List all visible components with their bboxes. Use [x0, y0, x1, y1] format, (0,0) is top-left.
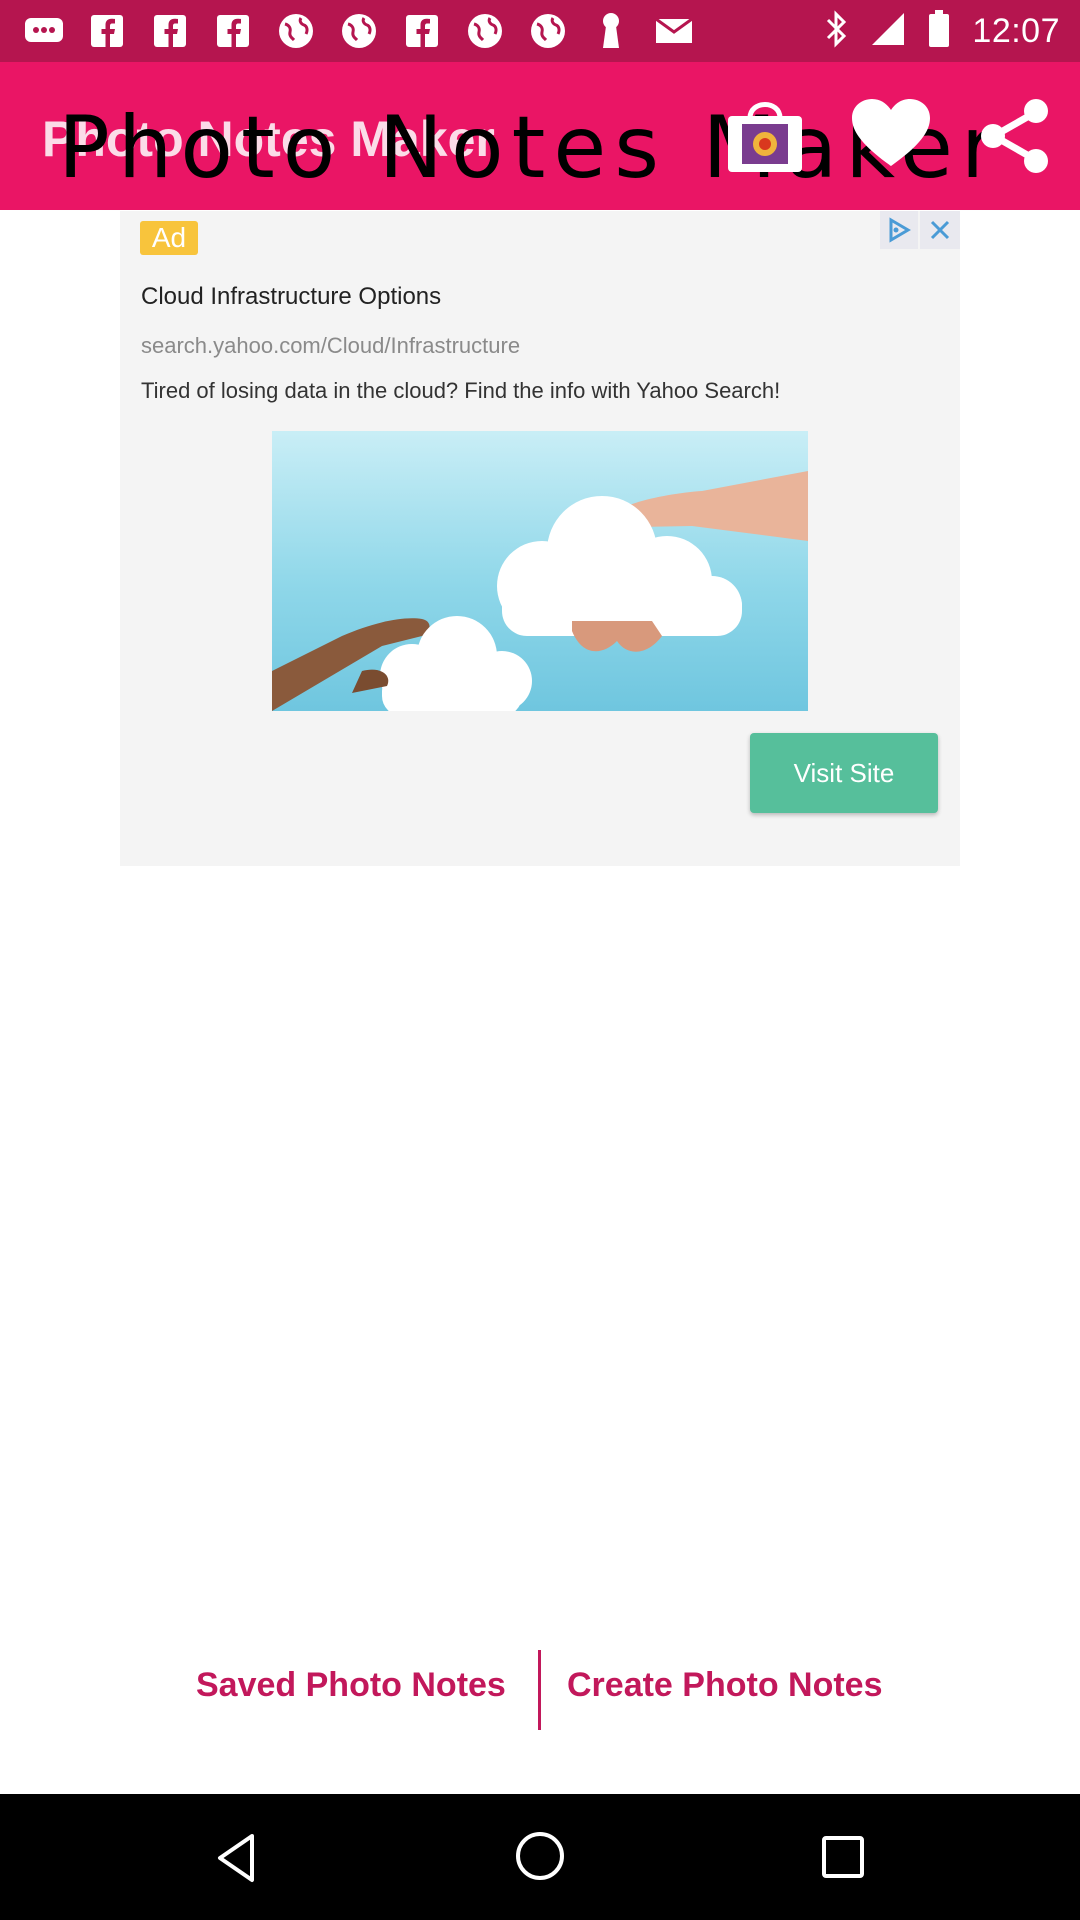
- keyhole-icon: [591, 12, 631, 50]
- signal-icon: [870, 11, 906, 52]
- ad-headline[interactable]: Cloud Infrastructure Options: [141, 283, 441, 311]
- cloud-hands-illustration: [272, 471, 808, 711]
- ad-image[interactable]: [272, 431, 808, 711]
- app-bar: Photo Notes Maker Photo Notes Maker: [0, 62, 1080, 210]
- facebook-icon: [213, 12, 253, 50]
- notification-icons: [24, 12, 694, 50]
- facebook-icon: [150, 12, 190, 50]
- close-icon: [930, 220, 950, 240]
- ad-choices-icon: [889, 217, 911, 243]
- ad-choices-button[interactable]: [880, 211, 918, 249]
- status-bar: 12:07: [0, 0, 1080, 62]
- share-icon: [981, 99, 1048, 173]
- mail-icon: [654, 12, 694, 50]
- saved-photo-notes-button[interactable]: Saved Photo Notes: [196, 1666, 506, 1705]
- home-icon: [516, 1832, 564, 1880]
- ad-url[interactable]: search.yahoo.com/Cloud/Infrastructure: [141, 333, 520, 359]
- visit-site-button[interactable]: Visit Site: [750, 733, 938, 813]
- ad-badge: Ad: [140, 221, 198, 255]
- status-right: 12:07: [824, 10, 1060, 53]
- recent-apps-icon: [822, 1836, 864, 1878]
- clock: 12:07: [972, 12, 1060, 50]
- bottom-actions: Saved Photo Notes Create Photo Notes: [0, 1650, 1080, 1730]
- chat-bubble-icon: [24, 12, 64, 50]
- heart-icon: [852, 99, 930, 166]
- favorite-button[interactable]: [850, 98, 932, 168]
- create-photo-notes-button[interactable]: Create Photo Notes: [567, 1666, 883, 1705]
- facebook-icon: [402, 12, 442, 50]
- battery-icon: [928, 10, 950, 53]
- store-icon: [728, 102, 802, 172]
- share-button[interactable]: [978, 98, 1052, 174]
- divider: [538, 1650, 541, 1730]
- navigation-bar: [0, 1794, 1080, 1920]
- facebook-icon: [87, 12, 127, 50]
- ad-description: Tired of losing data in the cloud? Find …: [141, 378, 781, 403]
- globe-icon: [276, 12, 316, 50]
- globe-icon: [465, 12, 505, 50]
- globe-icon: [528, 12, 568, 50]
- back-button[interactable]: [208, 1830, 268, 1886]
- ad-card[interactable]: Ad Cloud Infrastructure Options search.y…: [120, 211, 960, 866]
- home-button[interactable]: [510, 1826, 570, 1886]
- back-icon: [218, 1834, 254, 1882]
- store-button[interactable]: [722, 92, 808, 174]
- ad-close-button[interactable]: [920, 211, 960, 249]
- recent-apps-button[interactable]: [816, 1830, 870, 1884]
- bluetooth-icon: [824, 10, 848, 53]
- globe-icon: [339, 12, 379, 50]
